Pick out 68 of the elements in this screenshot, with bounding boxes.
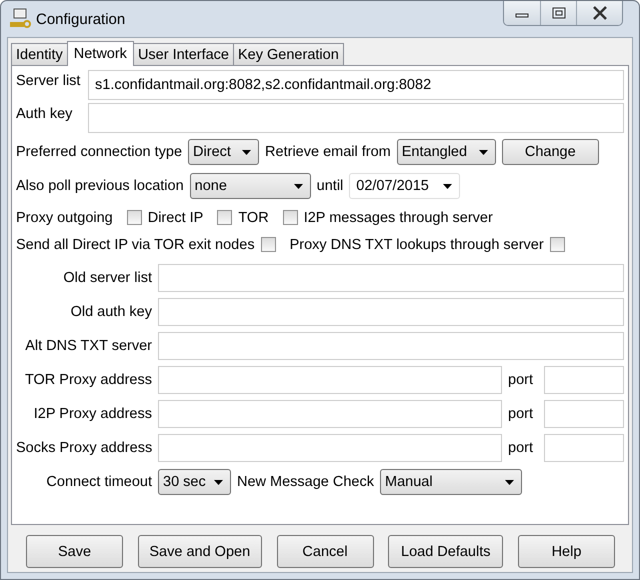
field-label: Retrieve email from [265, 144, 391, 160]
field-label: Auth key [16, 105, 74, 122]
input-field[interactable] [158, 400, 502, 428]
dropdown[interactable]: Direct [188, 139, 260, 165]
checkbox[interactable] [126, 210, 142, 225]
input-field[interactable]: s1.confidantmail.org:8082,s2.confidantmail.org:8082 [88, 70, 624, 100]
checkbox[interactable] [282, 210, 298, 225]
checkbox[interactable] [217, 210, 232, 225]
field-label: port [508, 406, 534, 422]
field-label: I2P Proxy address [32, 406, 152, 422]
field-label: port [508, 440, 534, 456]
port-field[interactable] [544, 400, 624, 428]
field-label: Old auth key [70, 304, 152, 320]
tab[interactable]: Identity [11, 43, 68, 65]
close-button[interactable] [576, 1, 622, 25]
change-button[interactable]: Change [502, 139, 599, 165]
tab[interactable]: Key Generation [233, 43, 344, 65]
input-field[interactable] [158, 366, 502, 394]
field-label: Also poll previous location [16, 178, 184, 194]
field-label: Preferred connection type [16, 144, 182, 160]
caret-icon [478, 150, 488, 154]
checkbox-option[interactable]: Proxy DNS TXT lookups through server [290, 236, 565, 252]
field-label: until [316, 178, 344, 194]
field-label: Server list [16, 72, 82, 89]
dialog-button[interactable]: Save and Open [138, 535, 262, 568]
port-field[interactable] [544, 434, 624, 462]
checkbox[interactable] [550, 237, 565, 252]
dialog-button[interactable]: Save [26, 535, 123, 568]
field-label: Proxy outgoing [16, 210, 113, 226]
field-label: port [508, 372, 534, 388]
caret-icon [214, 480, 223, 484]
dialog-button[interactable]: Cancel [276, 535, 374, 568]
field-label: Alt DNS TXT server [24, 338, 152, 354]
input-field[interactable] [158, 264, 624, 292]
caret-icon [505, 480, 514, 484]
input-field[interactable] [158, 298, 624, 326]
dialog-button[interactable]: Help [518, 535, 615, 568]
window-title: Configuration [36, 10, 126, 28]
dropdown[interactable]: none [190, 173, 311, 199]
field-label: Connect timeout [45, 474, 152, 490]
checkbox[interactable] [260, 237, 276, 252]
field-label: Socks Proxy address [16, 440, 152, 456]
minimize-button[interactable] [504, 1, 540, 25]
checkbox-option[interactable]: I2P messages through server [282, 210, 493, 226]
maximize-icon [552, 7, 566, 19]
field-label: Old server list [62, 270, 152, 286]
caret-icon [294, 184, 303, 188]
tab[interactable]: Network [66, 41, 134, 66]
close-icon [592, 6, 608, 20]
dropdown[interactable]: Entangled [396, 139, 496, 165]
dropdown[interactable]: 30 sec [158, 469, 231, 495]
maximize-button[interactable] [540, 1, 576, 25]
dropdown[interactable]: Manual [380, 469, 522, 495]
key-icon [9, 8, 31, 30]
caret-icon [443, 184, 452, 188]
input-field[interactable] [88, 103, 624, 133]
port-field[interactable] [544, 366, 624, 394]
dialog-button[interactable]: Load Defaults [388, 535, 504, 568]
checkbox-option[interactable]: TOR [217, 210, 269, 226]
checkbox-option[interactable]: Send all Direct IP via TOR exit nodes [16, 236, 276, 252]
input-field[interactable] [158, 332, 624, 360]
tab[interactable]: User Interface [132, 43, 234, 65]
caret-icon [242, 150, 252, 154]
date-picker[interactable]: 02/07/2015 [349, 173, 460, 199]
field-label: New Message Check [237, 474, 374, 490]
input-field[interactable] [158, 434, 502, 462]
field-label: TOR Proxy address [24, 372, 152, 388]
checkbox-option[interactable]: Direct IP [126, 210, 204, 226]
